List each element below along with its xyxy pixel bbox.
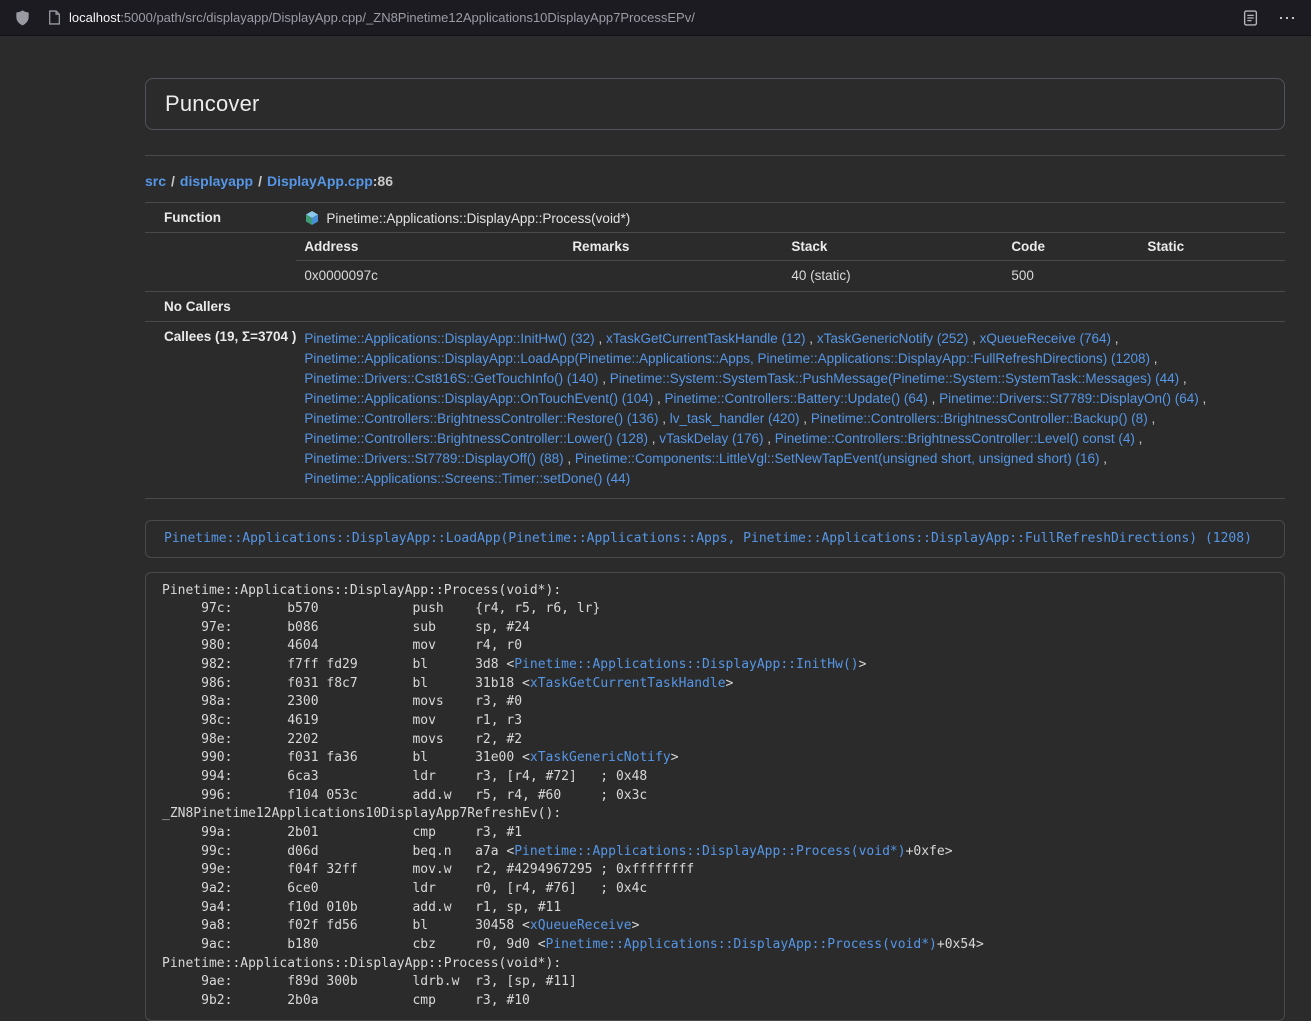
disassembly-code: Pinetime::Applications::DisplayApp::Proc… <box>162 582 1284 1011</box>
code-symbol-link[interactable]: Pinetime::Applications::DisplayApp::Proc… <box>546 937 937 952</box>
callee-link[interactable]: Pinetime::Controllers::Battery::Update()… <box>665 391 928 406</box>
breadcrumb-line-number: :86 <box>373 173 393 189</box>
callee-link[interactable]: Pinetime::Drivers::Cst816S::GetTouchInfo… <box>304 371 598 386</box>
callee-link[interactable]: xQueueReceive (764) <box>980 331 1111 346</box>
stats-header-code: Code <box>1003 233 1139 261</box>
function-name-cell: Pinetime::Applications::DisplayApp::Proc… <box>296 203 1285 233</box>
stat-remarks <box>564 261 783 291</box>
callee-separator: , <box>764 431 775 446</box>
no-callers-cell <box>296 291 1285 321</box>
callee-separator: , <box>1150 351 1158 366</box>
callee-link[interactable]: Pinetime::Drivers::St7789::DisplayOff() … <box>304 451 563 466</box>
stats-header-row: Address Remarks Stack Code Static <box>296 233 1285 261</box>
related-symbol-link[interactable]: Pinetime::Applications::DisplayApp::Load… <box>164 531 1252 546</box>
callee-separator: , <box>1179 371 1187 386</box>
stats-table: Address Remarks Stack Code Static 0x0000… <box>296 233 1285 291</box>
callee-link[interactable]: vTaskDelay (176) <box>659 431 763 446</box>
callee-separator: , <box>598 371 609 386</box>
callee-separator: , <box>653 391 664 406</box>
method-icon <box>304 210 320 226</box>
stats-row: Address Remarks Stack Code Static 0x0000… <box>145 233 1285 292</box>
page-title: Puncover <box>165 91 260 117</box>
no-callers-label: No Callers <box>145 291 296 321</box>
callee-separator: , <box>1099 451 1107 466</box>
stats-row-head <box>145 233 296 292</box>
code-symbol-link[interactable]: xTaskGetCurrentTaskHandle <box>530 676 726 691</box>
callee-link[interactable]: Pinetime::Applications::DisplayApp::Init… <box>304 331 594 346</box>
callee-separator: , <box>1135 431 1143 446</box>
callee-link[interactable]: Pinetime::Drivers::St7789::DisplayOn() (… <box>939 391 1199 406</box>
callees-row: Callees (19, Σ=3704 ) Pinetime::Applicat… <box>145 321 1285 498</box>
page-content: Puncover src / displayapp / DisplayApp.cpp:8… <box>145 36 1285 1021</box>
code-symbol-link[interactable]: Pinetime::Applications::DisplayApp::Proc… <box>514 844 905 859</box>
code-symbol-link[interactable]: Pinetime::Applications::DisplayApp::Init… <box>514 657 858 672</box>
callee-separator: , <box>595 331 606 346</box>
callee-link[interactable]: Pinetime::Controllers::BrightnessControl… <box>811 411 1148 426</box>
callee-separator: , <box>968 331 979 346</box>
breadcrumb-src-link[interactable]: src <box>145 173 166 189</box>
callee-separator: , <box>928 391 939 406</box>
callee-link[interactable]: Pinetime::Components::LittleVgl::SetNewT… <box>575 451 1100 466</box>
stat-static <box>1139 261 1285 291</box>
breadcrumb-displayapp-link[interactable]: displayapp <box>180 173 253 189</box>
function-label: Function <box>145 203 296 233</box>
divider <box>145 155 1285 156</box>
callee-separator: , <box>806 331 817 346</box>
callee-separator: , <box>1111 331 1119 346</box>
no-callers-row: No Callers <box>145 291 1285 321</box>
stats-value-row: 0x0000097c 40 (static) 500 <box>296 261 1285 291</box>
stats-header-remarks: Remarks <box>564 233 783 261</box>
breadcrumb-separator: / <box>258 173 262 189</box>
callee-separator: , <box>800 411 811 426</box>
url-host: localhost <box>69 10 120 25</box>
callee-link[interactable]: Pinetime::Controllers::BrightnessControl… <box>304 411 658 426</box>
page-title-box: Puncover <box>145 78 1285 130</box>
browser-toolbar: localhost:5000/path/src/displayapp/Displ… <box>0 0 1311 36</box>
stat-stack: 40 (static) <box>783 261 1003 291</box>
callee-link[interactable]: Pinetime::Controllers::BrightnessControl… <box>775 431 1135 446</box>
breadcrumb: src / displayapp / DisplayApp.cpp:86 <box>145 173 1285 189</box>
function-row: Function Pinetime::Applications::Display… <box>145 203 1285 233</box>
callee-link[interactable]: Pinetime::Applications::Screens::Timer::… <box>304 471 630 486</box>
address-bar[interactable]: localhost:5000/path/src/displayapp/Displ… <box>48 10 1243 25</box>
breadcrumb-separator: / <box>171 173 175 189</box>
shield-icon[interactable] <box>14 9 31 27</box>
callee-separator: , <box>1148 411 1156 426</box>
function-name: Pinetime::Applications::DisplayApp::Proc… <box>326 211 630 226</box>
kebab-menu-icon[interactable]: ⋯ <box>1278 9 1297 27</box>
callee-link[interactable]: Pinetime::Applications::DisplayApp::OnTo… <box>304 391 653 406</box>
callee-separator: , <box>658 411 669 426</box>
disassembly-panel: Pinetime::Applications::DisplayApp::Proc… <box>145 572 1285 1021</box>
callee-link[interactable]: lv_task_handler (420) <box>670 411 800 426</box>
callee-separator: , <box>648 431 659 446</box>
stat-address: 0x0000097c <box>296 261 564 291</box>
function-table: Function Pinetime::Applications::Display… <box>145 202 1285 499</box>
callee-link[interactable]: Pinetime::Controllers::BrightnessControl… <box>304 431 648 446</box>
related-symbol-bar: Pinetime::Applications::DisplayApp::Load… <box>145 520 1285 558</box>
callees-list: Pinetime::Applications::DisplayApp::Init… <box>296 321 1285 498</box>
callee-link[interactable]: xTaskGenericNotify (252) <box>817 331 969 346</box>
callee-link[interactable]: Pinetime::System::SystemTask::PushMessag… <box>610 371 1179 386</box>
callee-separator: , <box>564 451 575 466</box>
page-icon <box>48 10 61 25</box>
url-path: :5000/path/src/displayapp/DisplayApp.cpp… <box>120 10 695 25</box>
callees-label: Callees (19, Σ=3704 ) <box>145 321 296 498</box>
reader-view-icon[interactable] <box>1243 10 1258 26</box>
breadcrumb-file-link[interactable]: DisplayApp.cpp <box>267 173 373 189</box>
stats-header-address: Address <box>296 233 564 261</box>
callee-separator: , <box>1199 391 1207 406</box>
stat-code: 500 <box>1003 261 1139 291</box>
stats-header-stack: Stack <box>783 233 1003 261</box>
stats-header-static: Static <box>1139 233 1285 261</box>
callee-link[interactable]: xTaskGetCurrentTaskHandle (12) <box>606 331 806 346</box>
code-symbol-link[interactable]: xTaskGenericNotify <box>530 750 671 765</box>
callee-link[interactable]: Pinetime::Applications::DisplayApp::Load… <box>304 351 1150 366</box>
code-symbol-link[interactable]: xQueueReceive <box>530 918 632 933</box>
stats-cell: Address Remarks Stack Code Static 0x0000… <box>296 233 1285 292</box>
